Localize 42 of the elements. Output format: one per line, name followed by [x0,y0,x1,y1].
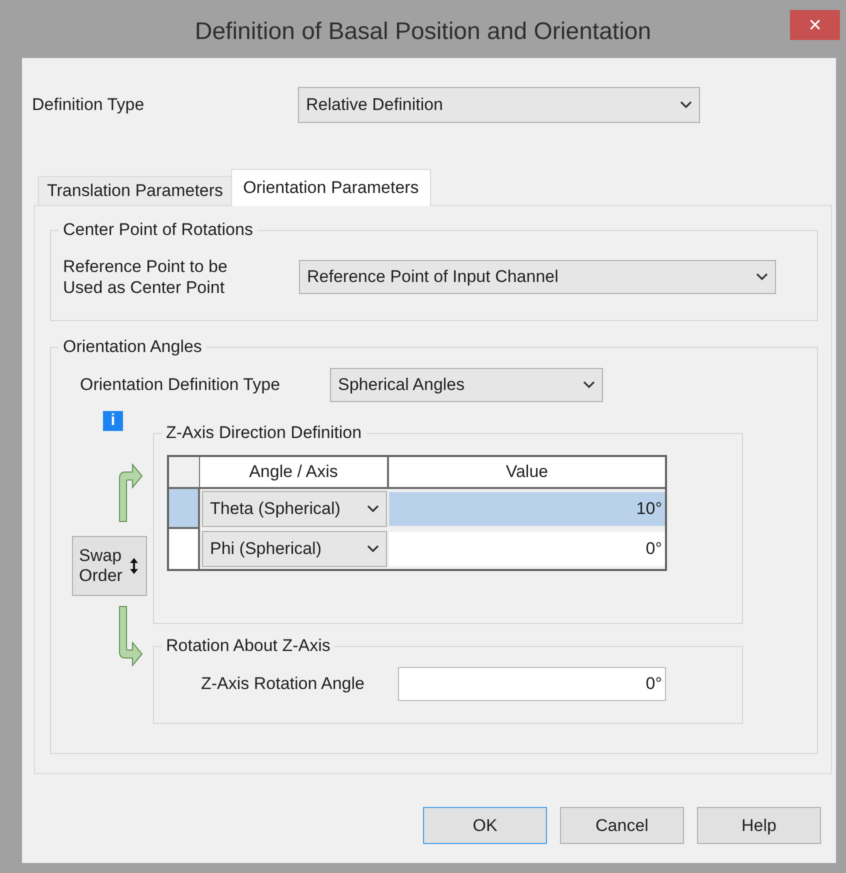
group-title: Orientation Angles [62,337,203,357]
orientation-type-dropdown[interactable]: Spherical Angles [330,368,603,402]
center-point-dropdown[interactable]: Reference Point of Input Channel [299,260,776,294]
group-title: Z-Axis Direction Definition [165,423,363,443]
group-title: Rotation About Z-Axis [165,636,332,656]
window-title: Definition of Basal Position and Orientation [194,17,652,47]
dropdown-value: Reference Point of Input Channel [307,266,558,288]
arrow-down-right-icon [116,606,143,668]
up-down-arrow-icon [129,557,139,575]
row-selector[interactable] [169,529,200,569]
chevron-down-icon [367,505,379,513]
dropdown-value: Theta (Spherical) [210,498,340,520]
row-selector[interactable] [169,489,200,529]
chevron-down-icon [756,273,768,281]
dialog-button[interactable]: Help [697,807,821,844]
angle-dropdown[interactable]: Theta (Spherical) [202,491,387,527]
dropdown-value: Relative Definition [306,94,444,116]
field-label: Definition Type [31,94,146,116]
dialog-button[interactable]: OK [423,807,547,844]
tab[interactable]: Translation Parameters [38,176,232,205]
value-cell[interactable]: 10° [389,492,665,526]
field-label: Z-Axis Rotation Angle [201,673,366,696]
angle-dropdown[interactable]: Phi (Spherical) [202,531,387,567]
dialog-button[interactable]: Cancel [560,807,684,844]
field-label: Orientation Definition Type [80,374,282,396]
tab[interactable]: Orientation Parameters [231,169,431,206]
definition-type-dropdown[interactable]: Relative Definition [298,87,700,123]
input-field[interactable]: 0° [398,667,666,701]
group-title: Center Point of Rotations [62,220,254,240]
field-label: Reference Point to be Used as Center Point [63,256,228,298]
value-cell[interactable]: 0° [389,532,665,566]
chevron-down-icon [583,381,595,389]
dropdown-value: Phi (Spherical) [210,538,322,560]
info-icon[interactable]: i [103,411,123,431]
dropdown-value: Spherical Angles [338,374,465,396]
arrow-up-right-icon [116,462,143,522]
close-button[interactable]: × [790,10,840,40]
swap-order-button[interactable]: Swap Order [72,536,147,596]
chevron-down-icon [367,545,379,553]
column-header: Angle / Axis [200,457,389,489]
chevron-down-icon [680,101,692,109]
column-header: Value [389,457,665,489]
